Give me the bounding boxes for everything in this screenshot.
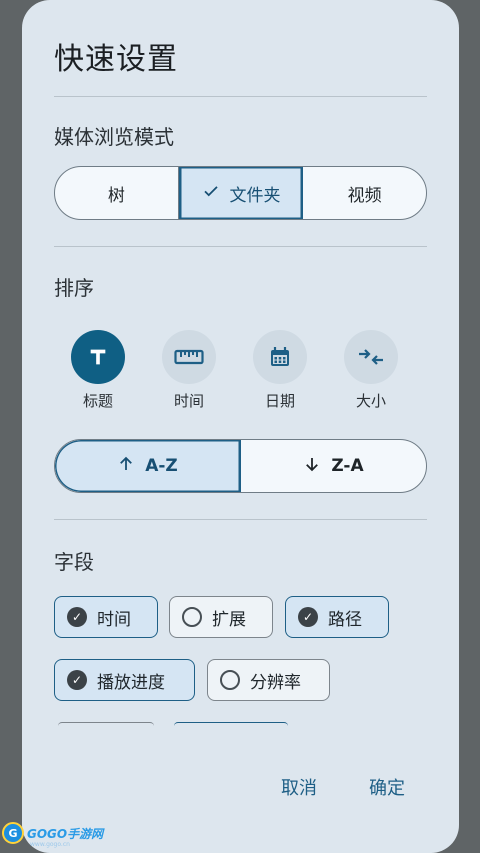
browse-mode-tree-label: 树 [107,185,125,206]
sort-label: 排序 [54,276,94,300]
field-chip-playback-progress[interactable]: ✓ 播放进度 [54,659,195,701]
radio-unchecked-icon [182,607,202,627]
partial-chip [58,722,154,726]
title-icon [71,330,125,384]
field-chip-extension-label: 扩展 [212,609,246,630]
sort-by-date-label: 日期 [264,392,295,410]
watermark: G GOGO手游网 www.gogo.cn [2,822,104,848]
sort-order-segmented: A-Z Z-A [54,439,427,493]
sort-options: 标题 时间 日期 大小 [54,330,427,420]
divider [54,519,427,520]
sort-order-desc[interactable]: Z-A [241,440,426,492]
browse-mode-video[interactable]: 视频 [303,167,426,219]
divider [54,246,427,247]
field-chip-extension[interactable]: 扩展 [169,596,273,638]
browse-mode-video-label: 视频 [347,185,382,206]
browse-mode-tree[interactable]: 树 [55,167,179,219]
browse-mode-segmented: 树 文件夹 视频 [54,166,427,220]
field-chip-playback-progress-label: 播放进度 [97,672,165,693]
arrow-up-icon [117,455,135,478]
field-chip-time-label: 时间 [97,609,131,630]
cancel-button[interactable]: 取消 [281,774,317,800]
sort-by-time-label: 时间 [173,392,204,410]
browse-mode-folder[interactable]: 文件夹 [178,167,304,219]
check-circle-icon: ✓ [67,670,87,690]
watermark-url: www.gogo.cn [30,841,70,848]
compare-arrows-icon [344,330,398,384]
browse-mode-folder-label: 文件夹 [229,185,281,206]
sort-by-title-label: 标题 [82,392,113,410]
field-chip-path[interactable]: ✓ 路径 [285,596,389,638]
quick-settings-dialog: 快速设置 媒体浏览模式 树 文件夹 视频 排序 标题 时间 日期 大小 A-Z … [22,0,459,853]
field-chip-resolution-label: 分辨率 [250,672,301,693]
watermark-logo-icon: G [2,822,24,844]
sort-order-asc-label: A-Z [145,456,178,476]
check-circle-icon: ✓ [67,607,87,627]
fields-label: 字段 [54,550,94,574]
browse-mode-label: 媒体浏览模式 [54,125,174,149]
sort-by-date[interactable]: 日期 [244,330,316,411]
sort-order-desc-label: Z-A [331,456,364,476]
sort-by-size-label: 大小 [355,392,386,410]
ruler-icon [162,330,216,384]
check-circle-icon: ✓ [298,607,318,627]
calendar-icon [253,330,307,384]
arrow-down-icon [303,455,321,478]
radio-unchecked-icon [220,670,240,690]
divider [54,96,427,97]
field-chip-path-label: 路径 [328,609,362,630]
partial-chip [174,722,288,726]
sort-by-title[interactable]: 标题 [62,330,134,411]
dialog-title: 快速设置 [54,42,178,77]
field-chip-time[interactable]: ✓ 时间 [54,596,158,638]
sort-by-size[interactable]: 大小 [335,330,407,411]
watermark-brand: GOGO手游网 [27,826,104,841]
sort-by-time[interactable]: 时间 [153,330,225,411]
sort-order-asc[interactable]: A-Z [55,440,241,492]
check-icon [202,182,220,205]
field-chip-resolution[interactable]: 分辨率 [207,659,330,701]
confirm-button[interactable]: 确定 [369,774,405,800]
